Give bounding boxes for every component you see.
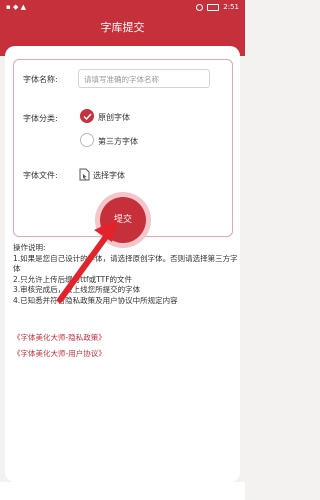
- battery-icon: [207, 3, 220, 11]
- policy-links: 《字体美化大师-隐私政策》 《字体美化大师-用户协议》: [13, 330, 106, 362]
- instructions: 操作说明: 1.如果是您自己设计的字体，请选择原创字体。否则请选择第三方字体 2…: [13, 243, 241, 306]
- original-font-label: 原创字体: [98, 113, 130, 122]
- third-party-font-radio[interactable]: [80, 133, 94, 147]
- third-party-font-label: 第三方字体: [98, 137, 138, 146]
- instruction-line-1: 1.如果是您自己设计的字体，请选择原创字体。否则请选择第三方字体: [13, 253, 238, 274]
- file-icon[interactable]: [79, 168, 90, 181]
- font-file-label: 字体文件:: [23, 171, 58, 180]
- status-bar: ▪ ◆ ▲ 2:51: [0, 0, 245, 14]
- alarm-icon: [196, 3, 204, 11]
- system-nav-bar: [0, 482, 245, 500]
- font-name-input[interactable]: 请填写准确的字体名称: [78, 69, 210, 88]
- status-icons-right: 2:51: [196, 3, 239, 11]
- user-agreement-link[interactable]: 《字体美化大师-用户协议》: [13, 346, 106, 362]
- check-icon: [83, 113, 92, 120]
- select-font-button[interactable]: 选择字体: [93, 170, 125, 181]
- original-font-radio[interactable]: [80, 109, 94, 123]
- font-category-label: 字体分类:: [23, 114, 58, 123]
- submit-button[interactable]: 提交: [100, 197, 146, 243]
- instruction-line-3: 3.审核完成后，会上线您所提交的字体: [13, 285, 141, 294]
- instruction-line-2: 2.只允许上传后缀为ttf或TTF的文件: [13, 274, 133, 284]
- instructions-title: 操作说明:: [13, 243, 46, 252]
- privacy-policy-link[interactable]: 《字体美化大师-隐私政策》: [13, 330, 106, 346]
- page-title: 字库提交: [0, 14, 245, 42]
- status-icons-left: ▪ ◆ ▲: [6, 3, 26, 11]
- font-name-label: 字体名称:: [23, 75, 58, 84]
- status-time: 2:51: [223, 3, 239, 11]
- instruction-line-4: 4.已知悉并符合隐私政策及用户协议中所规定内容: [13, 295, 178, 305]
